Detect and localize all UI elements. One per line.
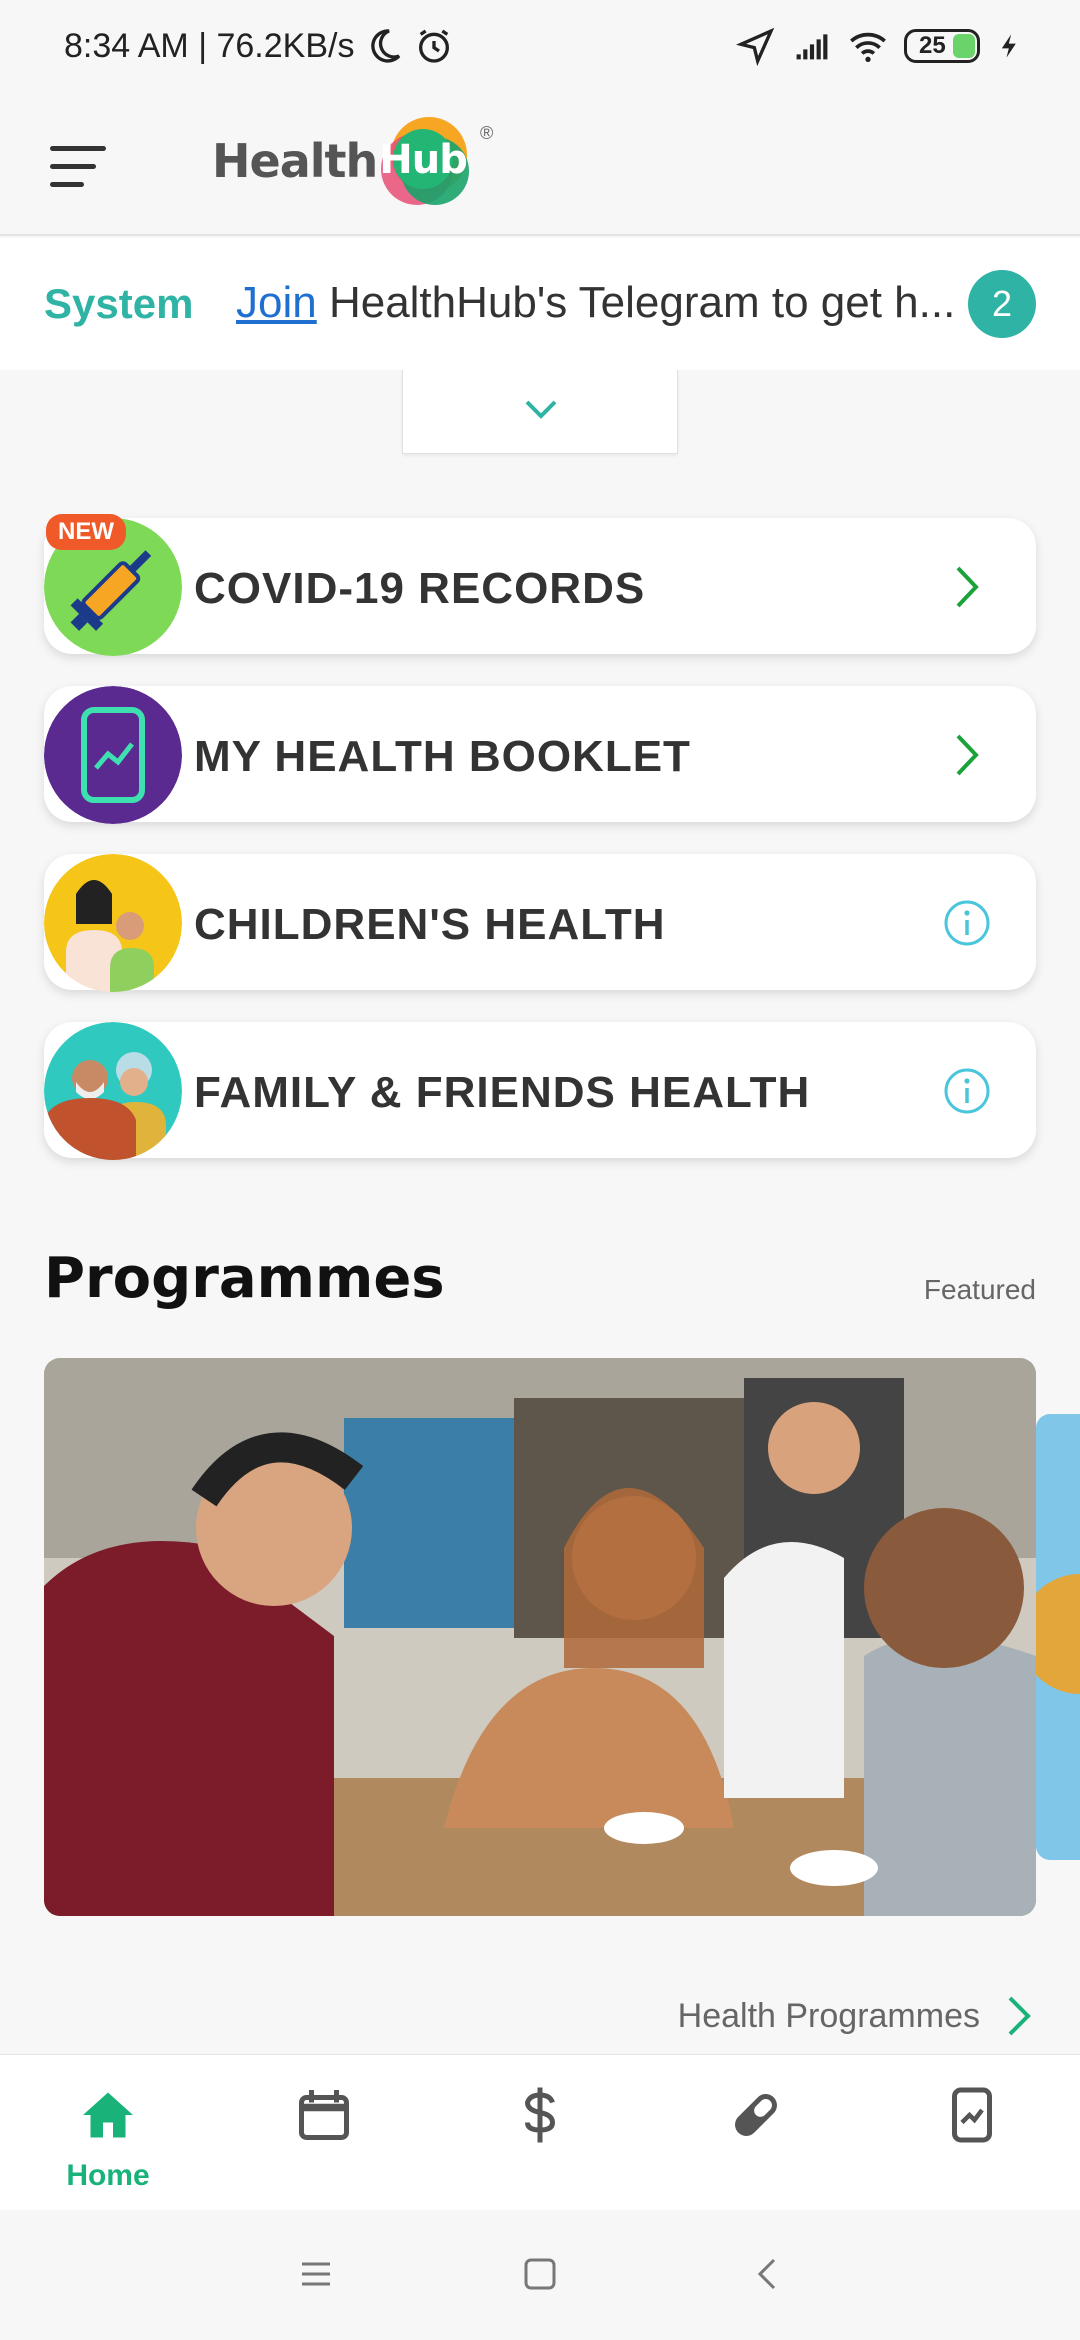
chevron-right-icon [956,566,979,608]
health-programmes-link-label: Health Programmes [677,1996,980,2035]
recent-apps-icon[interactable] [296,2254,336,2294]
system-navigation-bar [0,2210,1080,2340]
programmes-featured-label: Featured [923,1274,1036,1305]
status-time: 8:34 AM | 76.2KB/s [64,26,355,65]
info-icon[interactable] [942,1066,992,1116]
health-booklet-phone-icon [44,686,182,824]
card-label: CHILDREN'S HEALTH [194,900,666,949]
logo-badge: Hub ® [373,109,493,213]
programme-banner-image[interactable] [44,1358,1036,1916]
logo-badge-text: Hub [379,137,468,183]
status-right: 25 [736,26,1024,66]
charging-icon [1001,34,1016,58]
system-message: Join HealthHub's Telegram to get h... [236,278,956,328]
back-icon[interactable] [748,2254,788,2294]
logo-registered: ® [479,123,494,143]
wifi-icon [850,32,886,62]
card-label: MY HEALTH BOOKLET [194,732,691,781]
battery-level: 25 [919,32,946,59]
signal-icon [796,34,828,60]
info-icon[interactable] [942,898,992,948]
expand-banner-tab[interactable] [402,370,678,454]
card-my-health-booklet[interactable]: MY HEALTH BOOKLET [44,686,1036,824]
system-count-badge: 2 [968,270,1036,338]
mother-child-icon [44,854,182,992]
system-label: System [44,280,194,327]
card-label: FAMILY & FRIENDS HEALTH [194,1068,811,1117]
battery-icon: 25 [904,29,980,63]
app-header: Health Hub ® [0,96,1080,236]
join-link[interactable]: Join [236,278,317,327]
next-programme-peek[interactable] [1036,1414,1080,1860]
home-button-icon[interactable] [520,2254,560,2294]
programmes-title: Programmes [44,1246,445,1311]
card-covid-records[interactable]: NEW COVID-19 RECORDS [44,514,1036,656]
chevron-right-icon [1008,1996,1031,2036]
elderly-couple-icon [44,1022,182,1160]
pill-icon [735,2094,777,2136]
chevron-right-icon [956,734,979,776]
healthhub-logo: Health Hub ® [212,106,493,216]
logo-text: Health [212,134,378,188]
calendar-icon [299,2090,349,2140]
hamburger-menu-icon[interactable] [46,136,110,196]
health-programmes-link[interactable]: Health Programmes [678,1994,1036,2038]
nav-home[interactable]: Home [0,2055,216,2211]
alarm-icon [419,29,450,63]
system-message-text: HealthHub's Telegram to get h... [316,278,956,327]
location-arrow-icon [736,27,775,66]
system-banner[interactable]: System Join HealthHub's Telegram to get … [0,238,1080,370]
moon-icon [371,29,401,63]
nav-health-records[interactable] [864,2055,1080,2211]
new-badge: NEW [46,514,126,550]
card-family-friends-health[interactable]: FAMILY & FRIENDS HEALTH [44,1022,1036,1160]
nav-medications[interactable] [648,2055,864,2211]
nav-appointments[interactable] [216,2055,432,2211]
chevron-down-icon [525,400,557,419]
phone-chart-icon [952,2087,992,2143]
card-childrens-health[interactable]: CHILDREN'S HEALTH [44,854,1036,992]
status-bar: 8:34 AM | 76.2KB/s 25 [0,0,1080,96]
nav-home-label: Home [66,2159,150,2192]
bottom-navigation: Home [0,2054,1080,2210]
dollar-icon [524,2087,556,2143]
card-label: COVID-19 RECORDS [194,564,646,613]
status-left: 8:34 AM | 76.2KB/s [64,26,454,66]
nav-payments[interactable] [432,2055,648,2211]
home-icon [83,2092,133,2138]
